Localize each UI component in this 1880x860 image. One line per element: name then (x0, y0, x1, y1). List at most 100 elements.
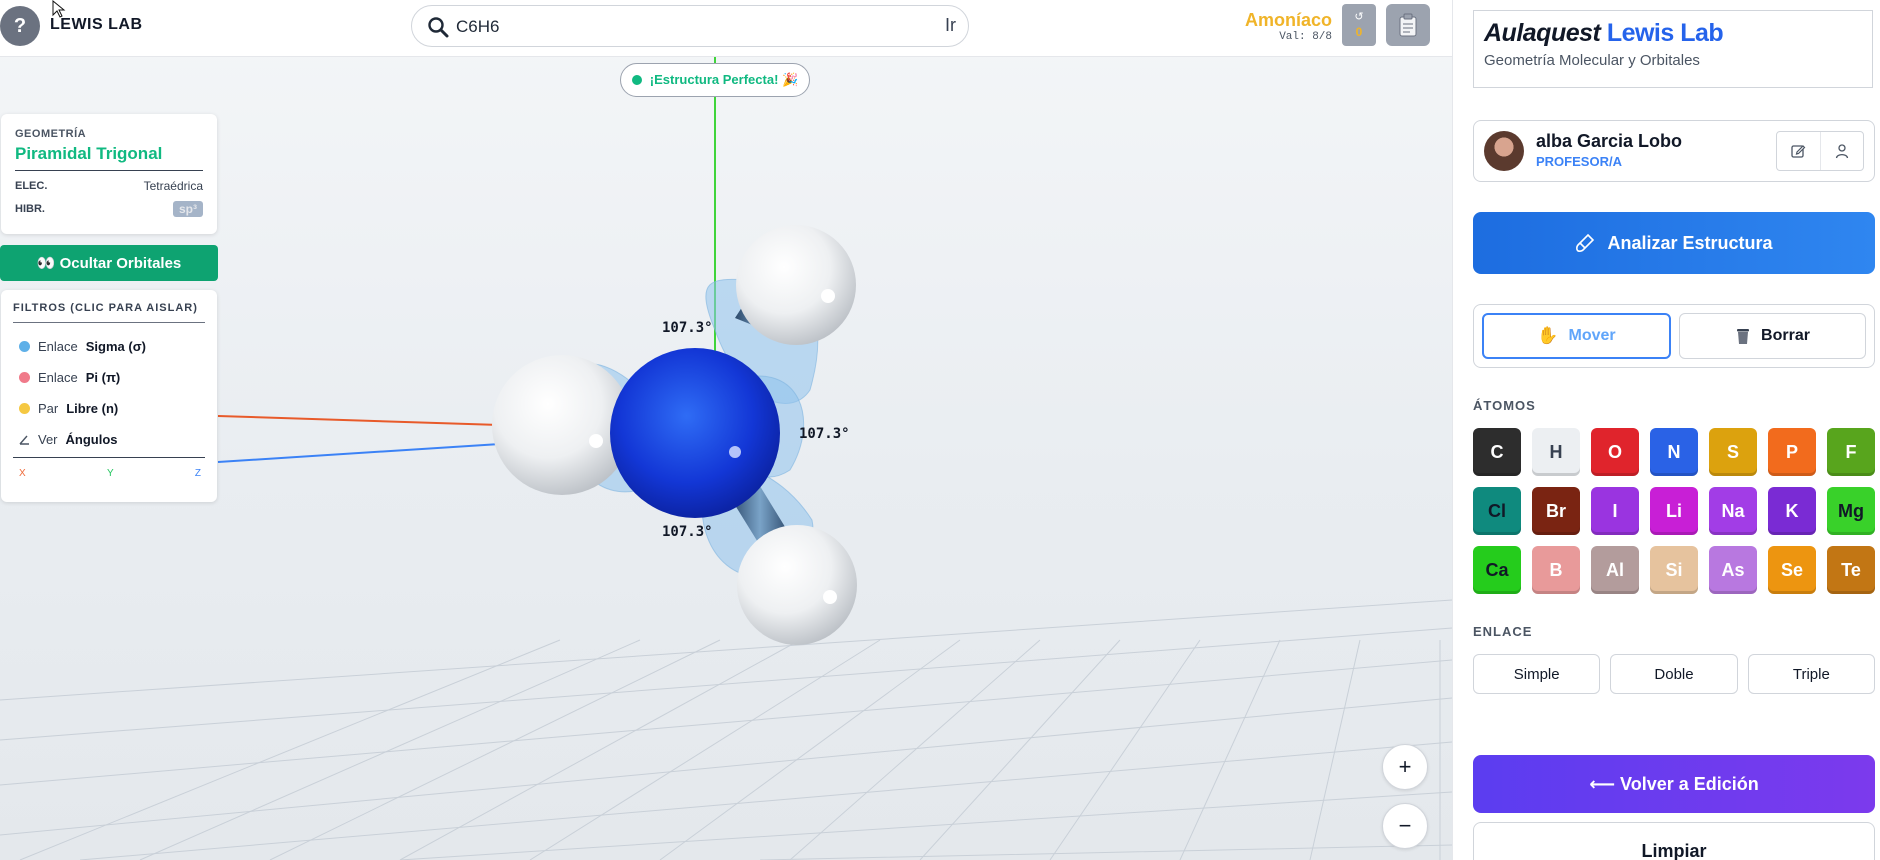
atom-button-na[interactable]: Na (1709, 487, 1757, 535)
atom-button-h[interactable]: H (1532, 428, 1580, 476)
molecule-name: Amoníaco (1244, 10, 1332, 30)
hybr-badge: sp³ (173, 201, 203, 217)
clipboard-button[interactable] (1386, 4, 1430, 46)
status-text: ¡Estructura Perfecta! 🎉 (649, 72, 799, 87)
filter-pi-prefix: Enlace (38, 370, 78, 385)
filters-title: FILTROS (CLIC PARA AISLAR) (13, 302, 205, 323)
test-tube-icon (1576, 233, 1595, 252)
atom-button-ca[interactable]: Ca (1473, 546, 1521, 594)
geometry-value: Piramidal Trigonal (15, 144, 203, 171)
brand-accent: Lewis Lab (1606, 19, 1724, 47)
filter-angles-prefix: Ver (38, 432, 58, 447)
edit-profile-button[interactable] (1777, 132, 1820, 170)
hybridization-row: HIBR. sp³ (15, 201, 203, 217)
clear-button[interactable]: Limpiar (1473, 822, 1875, 860)
filter-pi[interactable]: Enlace Pi (π) (13, 370, 205, 385)
geometry-card: GEOMETRÍA Piramidal Trigonal ELEC. Tetra… (1, 114, 217, 234)
bond-type-row: Simple Doble Triple (1473, 654, 1875, 694)
history-counter-value: 0 (1355, 25, 1363, 39)
angle-label-bottom: 107.3° (662, 524, 713, 540)
status-dot-icon (631, 75, 642, 85)
atom-button-c[interactable]: C (1473, 428, 1521, 476)
atom-button-n[interactable]: N (1650, 428, 1698, 476)
brand-title: Aulaquest Lewis Lab (1484, 19, 1862, 48)
history-icon: ↺ (1354, 11, 1364, 23)
axis-z-line (217, 443, 501, 463)
triple-bond-button[interactable]: Triple (1747, 654, 1875, 694)
back-to-edit-button[interactable]: ⟵ Volver a Edición (1473, 755, 1875, 813)
move-mode-button[interactable]: ✋ Mover (1482, 313, 1671, 359)
atom-button-p[interactable]: P (1768, 428, 1816, 476)
angle-label-top: 107.3° (662, 320, 713, 336)
filter-pi-label: Pi (π) (85, 370, 121, 385)
molecule-scene[interactable]: 107.3° 107.3° 107.3° (0, 0, 1452, 860)
history-counter-button[interactable]: ↺ 0 (1342, 4, 1376, 46)
hydrogen-atom-top (736, 225, 856, 345)
atom-button-mg[interactable]: Mg (1827, 487, 1875, 535)
axis-z-label: Z (194, 468, 201, 479)
axis-legend: X Y Z (13, 457, 205, 479)
filter-sigma-prefix: Enlace (38, 339, 78, 354)
atom-button-as[interactable]: As (1709, 546, 1757, 594)
axis-x-label: X (19, 468, 26, 479)
nitrogen-atom (610, 348, 780, 518)
atoms-section-label: ÁTOMOS (1473, 398, 1536, 413)
filter-lone-pair-label: Libre (n) (66, 401, 119, 416)
hybr-label: HIBR. (15, 203, 45, 215)
search-input[interactable] (456, 14, 896, 40)
double-bond-button[interactable]: Doble (1610, 654, 1738, 694)
profile-button[interactable] (1819, 132, 1864, 170)
hand-icon: ✋ (1537, 326, 1559, 345)
atom-button-k[interactable]: K (1768, 487, 1816, 535)
filter-lone-pair[interactable]: Par Libre (n) (13, 401, 205, 416)
molecule-valence: Val: 8/8 (1279, 31, 1332, 43)
move-label: Mover (1568, 327, 1616, 344)
atom-button-cl[interactable]: Cl (1473, 487, 1521, 535)
analyze-structure-button[interactable]: Analizar Estructura (1473, 212, 1875, 274)
delete-mode-button[interactable]: Borrar (1679, 313, 1866, 359)
atom-button-f[interactable]: F (1827, 428, 1875, 476)
filter-sigma-label: Sigma (σ) (85, 339, 146, 354)
user-actions (1776, 131, 1864, 171)
atom-button-li[interactable]: Li (1650, 487, 1698, 535)
hide-orbitals-button[interactable]: 👀 Ocultar Orbitales (0, 245, 218, 281)
nitrogen-highlight (729, 446, 741, 458)
single-bond-button[interactable]: Simple (1473, 654, 1601, 694)
atom-button-s[interactable]: S (1709, 428, 1757, 476)
help-button[interactable]: ? (0, 6, 40, 46)
filter-angles[interactable]: Ver Ángulos (13, 432, 205, 447)
filter-sigma[interactable]: Enlace Sigma (σ) (13, 339, 205, 354)
atom-button-al[interactable]: Al (1591, 546, 1639, 594)
search-bar[interactable]: Ir (411, 5, 969, 47)
app-name: LEWIS LAB (50, 16, 143, 33)
trash-icon (1737, 329, 1750, 344)
electronic-geometry-row: ELEC. Tetraédrica (15, 179, 203, 193)
user-name: alba Garcia Lobo (1536, 131, 1683, 151)
sidebar: Aulaquest Lewis Lab Geometría Molecular … (1452, 0, 1880, 860)
search-go-button[interactable]: Ir (945, 15, 956, 36)
atom-button-o[interactable]: O (1591, 428, 1639, 476)
filter-lone-pair-prefix: Par (38, 401, 59, 416)
app-root: 107.3° 107.3° 107.3° ? LEWIS LAB Ir Amon… (0, 0, 1880, 860)
user-icon (1835, 144, 1848, 159)
molecule-viewport[interactable]: 107.3° 107.3° 107.3° ? LEWIS LAB Ir Amon… (0, 0, 1452, 860)
floor-grid (0, 599, 1452, 860)
elec-value: Tetraédrica (143, 179, 203, 193)
angle-icon (19, 435, 29, 445)
top-bar: ? LEWIS LAB Ir Amoníaco Val: 8/8 ↺ 0 (0, 0, 1452, 57)
elec-label: ELEC. (15, 180, 48, 192)
zoom-in-button[interactable]: + (1382, 744, 1428, 790)
atom-button-se[interactable]: Se (1768, 546, 1816, 594)
atom-button-si[interactable]: Si (1650, 546, 1698, 594)
atoms-grid: C H O N S P F Cl Br I Li Na K Mg Ca B Al Si As Se Te (1473, 428, 1877, 594)
brand-name: Aulaquest (1484, 19, 1601, 47)
atom-button-b[interactable]: B (1532, 546, 1580, 594)
atom-button-i[interactable]: I (1591, 487, 1639, 535)
zoom-out-button[interactable]: − (1382, 803, 1428, 849)
atom-button-br[interactable]: Br (1532, 487, 1580, 535)
atom-button-te[interactable]: Te (1827, 546, 1875, 594)
structure-status-badge: ¡Estructura Perfecta! 🎉 (620, 63, 810, 97)
filter-angles-label: Ángulos (65, 432, 118, 447)
lone-pair-dot-icon (19, 403, 30, 414)
brand-box: Aulaquest Lewis Lab Geometría Molecular … (1473, 10, 1873, 88)
